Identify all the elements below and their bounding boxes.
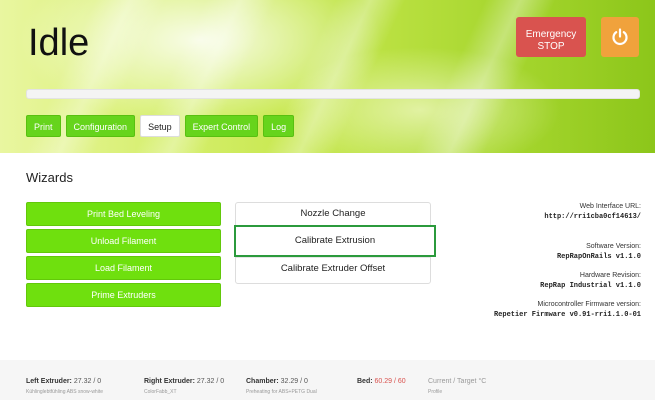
bed-status: Bed: 60.29 / 60	[357, 378, 406, 385]
left-extruder-temp: 27.32 / 0	[73, 378, 102, 385]
left-extruder-status: Left Extruder: 27.32 / 0 Kühlinglebtfühl…	[26, 378, 103, 395]
right-extruder-label: Right Extruder:	[144, 378, 195, 385]
right-extruder-status: Right Extruder: 27.32 / 0 ColorFabb_XT	[144, 378, 224, 395]
emergency-stop-label-line1: Emergency	[525, 29, 577, 40]
chamber-profile: Preheating for ABS+PETG Dual	[246, 389, 317, 395]
tab-expert-control[interactable]: Expert Control	[184, 115, 259, 137]
power-button[interactable]	[601, 17, 639, 57]
header-banner: Idle Emergency STOP Print Configuration …	[0, 0, 655, 153]
bed-temp: 60.29 / 60	[374, 378, 406, 385]
web-interface-info: Web Interface URL: http://rri1cba0cf1461…	[544, 203, 641, 221]
bed-label: Bed:	[357, 378, 373, 385]
power-icon	[612, 28, 628, 46]
software-version-label: Software Version:	[586, 243, 641, 250]
emergency-stop-label-line2: STOP	[537, 41, 565, 52]
firmware-version-value: Repetier Firmware v0.91-rri1.1.0-01	[493, 311, 641, 319]
tab-configuration[interactable]: Configuration	[65, 115, 136, 137]
printer-status-title: Idle	[28, 22, 90, 64]
web-url-value: http://rri1cba0cf14613/	[544, 213, 641, 221]
print-bed-leveling-button[interactable]: Print Bed Leveling	[26, 202, 221, 226]
web-url-label: Web Interface URL:	[579, 203, 641, 210]
wizards-section-title: Wizards	[26, 170, 73, 185]
firmware-version-label: Microcontroller Firmware version:	[537, 301, 641, 308]
calibrate-extrusion-item[interactable]: Calibrate Extrusion	[234, 225, 436, 257]
temperature-legend: Current / Target °C Profile	[428, 378, 486, 395]
tab-log[interactable]: Log	[263, 115, 295, 137]
firmware-version-info: Microcontroller Firmware version: Repeti…	[494, 301, 641, 319]
load-filament-button[interactable]: Load Filament	[26, 256, 221, 280]
right-extruder-temp: 27.32 / 0	[196, 378, 225, 385]
calibrate-extruder-offset-item[interactable]: Calibrate Extruder Offset	[235, 257, 431, 281]
hardware-revision-value: RepRap Industrial v1.1.0	[540, 282, 641, 290]
hardware-revision-info: Hardware Revision: RepRap Industrial v1.…	[540, 272, 641, 290]
temperature-legend-label: Current / Target °C	[428, 378, 487, 385]
chamber-label: Chamber:	[246, 378, 279, 385]
print-progress-bar	[26, 89, 640, 99]
temperature-footer: Left Extruder: 27.32 / 0 Kühlinglebtfühl…	[0, 360, 655, 400]
emergency-stop-button[interactable]: Emergency STOP	[516, 17, 586, 57]
chamber-status: Chamber: 32.29 / 0 Preheating for ABS+PE…	[246, 378, 317, 395]
right-extruder-material: ColorFabb_XT	[144, 389, 177, 395]
tab-setup[interactable]: Setup	[140, 115, 180, 137]
main-tabs: Print Configuration Setup Expert Control…	[26, 115, 295, 137]
unload-filament-button[interactable]: Unload Filament	[26, 229, 221, 253]
software-version-value: RepRapOnRails v1.1.0	[556, 253, 641, 261]
prime-extruders-button[interactable]: Prime Extruders	[26, 283, 221, 307]
left-extruder-label: Left Extruder:	[26, 378, 72, 385]
profile-legend-label: Profile	[428, 389, 443, 395]
hardware-revision-label: Hardware Revision:	[579, 272, 641, 279]
nozzle-change-item[interactable]: Nozzle Change	[235, 202, 431, 226]
chamber-temp: 32.29 / 0	[280, 378, 308, 385]
software-version-info: Software Version: RepRapOnRails v1.1.0	[557, 243, 641, 261]
left-extruder-material: Kühlinglebtfühling ABS snow-white	[26, 389, 103, 395]
tab-print[interactable]: Print	[26, 115, 61, 137]
